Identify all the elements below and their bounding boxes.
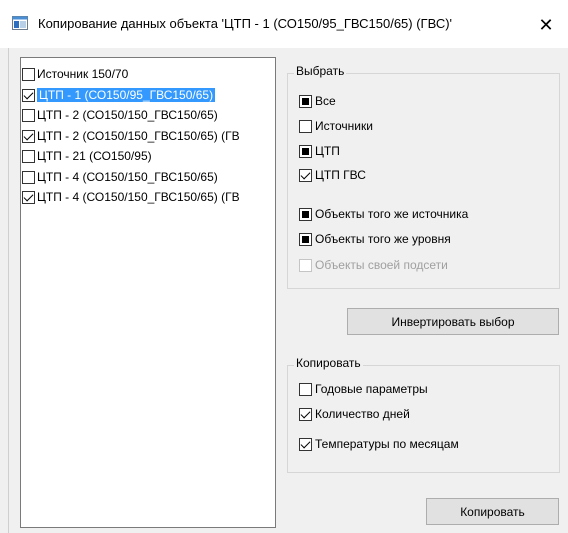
list-item-checkbox[interactable] bbox=[22, 170, 35, 184]
list-item[interactable]: ЦТП - 2 (СО150/150_ГВС150/65) bbox=[22, 107, 274, 123]
list-item[interactable]: Источник 150/70 bbox=[22, 66, 274, 82]
objects-listbox[interactable]: Источник 150/70 ЦТП - 1 (СО150/95_ГВС150… bbox=[20, 57, 276, 528]
list-item-label: ЦТП - 4 (СО150/150_ГВС150/65) (ГВ bbox=[37, 190, 240, 204]
copy-annual-params-checkbox[interactable]: Годовые параметры bbox=[299, 381, 428, 397]
close-button[interactable]: ✕ bbox=[524, 8, 568, 42]
list-item-checkbox[interactable] bbox=[22, 67, 35, 81]
option-label: Температуры по месяцам bbox=[315, 437, 459, 451]
copy-button[interactable]: Копировать bbox=[426, 498, 559, 525]
select-same-level-checkbox[interactable]: Объекты того же уровня bbox=[299, 231, 451, 247]
checkbox-box[interactable] bbox=[299, 168, 312, 182]
option-label: Объекты своей подсети bbox=[315, 258, 448, 272]
copy-monthly-temps-checkbox[interactable]: Температуры по месяцам bbox=[299, 436, 459, 452]
list-item[interactable]: ЦТП - 21 (СО150/95) bbox=[22, 148, 274, 164]
list-item-label: ЦТП - 21 (СО150/95) bbox=[37, 149, 152, 163]
select-sources-checkbox[interactable]: Источники bbox=[299, 118, 373, 134]
select-ctp-gvs-checkbox[interactable]: ЦТП ГВС bbox=[299, 167, 366, 183]
select-group-title: Выбрать bbox=[294, 64, 347, 78]
list-item[interactable]: ЦТП - 2 (СО150/150_ГВС150/65) (ГВ bbox=[22, 128, 274, 144]
list-item-checkbox[interactable] bbox=[22, 149, 35, 163]
app-window-icon bbox=[12, 16, 28, 30]
invert-selection-button[interactable]: Инвертировать выбор bbox=[347, 308, 559, 335]
list-item-label: ЦТП - 4 (СО150/150_ГВС150/65) bbox=[37, 170, 218, 184]
option-label: Количество дней bbox=[315, 407, 410, 421]
list-item-checkbox[interactable] bbox=[22, 108, 35, 122]
list-item-checkbox[interactable] bbox=[22, 129, 35, 143]
select-ctp-checkbox[interactable]: ЦТП bbox=[299, 143, 340, 159]
select-same-source-checkbox[interactable]: Объекты того же источника bbox=[299, 206, 468, 222]
list-item-checkbox[interactable] bbox=[22, 190, 35, 204]
option-label: ЦТП bbox=[315, 144, 340, 158]
copy-group-title: Копировать bbox=[294, 356, 363, 370]
checkbox-box[interactable] bbox=[299, 437, 312, 451]
checkbox-box[interactable] bbox=[299, 407, 312, 421]
list-item-checkbox[interactable] bbox=[22, 88, 35, 102]
checkbox-box[interactable] bbox=[299, 207, 312, 221]
list-item[interactable]: ЦТП - 4 (СО150/150_ГВС150/65) bbox=[22, 169, 274, 185]
list-item-label: ЦТП - 1 (СО150/95_ГВС150/65) bbox=[37, 88, 216, 102]
option-label: Объекты того же уровня bbox=[315, 232, 451, 246]
close-icon: ✕ bbox=[538, 14, 554, 35]
window-title: Копирование данных объекта 'ЦТП - 1 (СО1… bbox=[38, 16, 453, 31]
select-own-subnet-checkbox: Объекты своей подсети bbox=[299, 257, 448, 273]
checkbox-box bbox=[299, 258, 312, 272]
list-item-label: ЦТП - 2 (СО150/150_ГВС150/65) (ГВ bbox=[37, 129, 240, 143]
checkbox-box[interactable] bbox=[299, 119, 312, 133]
title-bar: Копирование данных объекта 'ЦТП - 1 (СО1… bbox=[0, 0, 568, 48]
list-item-label: Источник 150/70 bbox=[37, 67, 129, 81]
list-item[interactable]: ЦТП - 1 (СО150/95_ГВС150/65) bbox=[22, 87, 274, 103]
copy-days-count-checkbox[interactable]: Количество дней bbox=[299, 406, 410, 422]
checkbox-box[interactable] bbox=[299, 94, 312, 108]
checkbox-box[interactable] bbox=[299, 382, 312, 396]
checkbox-box[interactable] bbox=[299, 232, 312, 246]
select-all-checkbox[interactable]: Все bbox=[299, 93, 336, 109]
option-label: ЦТП ГВС bbox=[315, 168, 366, 182]
list-item-label: ЦТП - 2 (СО150/150_ГВС150/65) bbox=[37, 108, 218, 122]
option-label: Источники bbox=[315, 119, 373, 133]
option-label: Все bbox=[315, 94, 336, 108]
list-item[interactable]: ЦТП - 4 (СО150/150_ГВС150/65) (ГВ bbox=[22, 189, 274, 205]
option-label: Годовые параметры bbox=[315, 382, 428, 396]
checkbox-box[interactable] bbox=[299, 144, 312, 158]
option-label: Объекты того же источника bbox=[315, 207, 469, 221]
